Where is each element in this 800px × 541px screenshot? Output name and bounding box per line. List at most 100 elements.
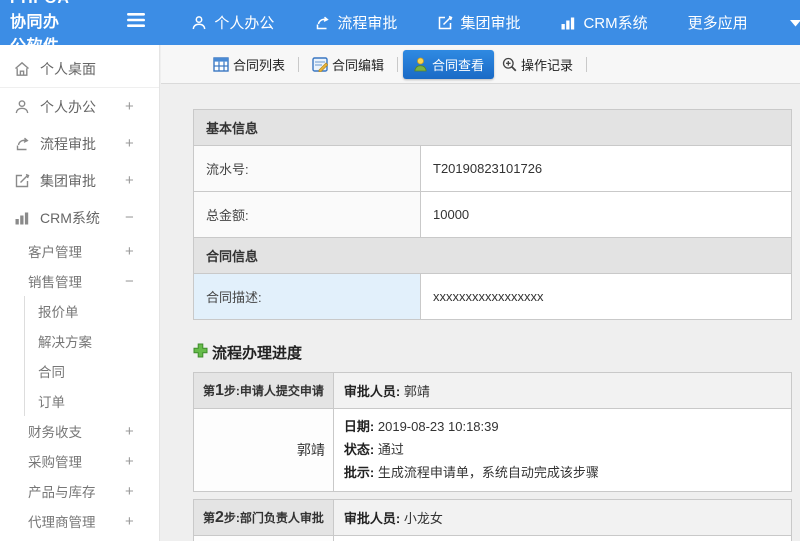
sidebar-item-personal-office[interactable]: 个人办公 +: [0, 88, 159, 125]
sidebar-item-label: 报价单: [38, 305, 79, 320]
sidebar-item-quotation[interactable]: 报价单: [25, 296, 159, 326]
person-icon: [14, 99, 30, 115]
magnifier-plus-icon: [502, 57, 517, 72]
sidebar-item-label: CRM系统: [40, 209, 100, 226]
sidebar-item-finance[interactable]: 财务收支 +: [0, 416, 159, 446]
expand-icon[interactable]: +: [125, 98, 151, 115]
sidebar-item-crm[interactable]: CRM系统 −: [0, 199, 159, 236]
step-approver: 审批人员: 郭靖: [332, 372, 793, 409]
sidebar-item-label: 产品与库存: [28, 485, 96, 500]
expand-icon[interactable]: +: [125, 243, 151, 260]
tab-label: 合同查看: [432, 57, 485, 73]
step-title: 第2步:部门负责人审批: [193, 499, 334, 537]
tab-label: 合同编辑: [332, 57, 385, 73]
nav-personal-office[interactable]: 个人办公: [191, 12, 274, 33]
process-icon: [14, 136, 30, 152]
sidebar-item-label: 财务收支: [28, 425, 82, 440]
step-block: 第2步:部门负责人审批 审批人员: 小龙女 小龙女 日期: 2019-08-23…: [193, 499, 793, 541]
table-row: 总金额: 10000: [193, 191, 792, 238]
field-value: T20190823101726: [420, 145, 792, 192]
expand-icon[interactable]: +: [125, 135, 151, 152]
table-row: 流水号: T20190823101726: [193, 145, 792, 192]
menu-toggle-button[interactable]: [127, 13, 146, 32]
nav-crm[interactable]: CRM系统: [560, 12, 648, 33]
sidebar-item-sales-mgmt[interactable]: 销售管理 −: [0, 266, 159, 296]
expand-icon[interactable]: +: [125, 423, 151, 440]
collapse-icon[interactable]: −: [125, 209, 151, 226]
nav-group-approval[interactable]: 集团审批: [437, 12, 520, 33]
edit-table-icon: [312, 56, 329, 72]
field-label: 合同描述:: [193, 273, 421, 320]
field-label: 总金额:: [193, 191, 421, 238]
section-title: 合同信息: [193, 237, 792, 274]
sidebar-item-desktop[interactable]: 个人桌面: [0, 51, 159, 88]
chevron-down-icon: [789, 14, 800, 32]
tab-label: 合同列表: [233, 57, 286, 73]
tab-contract-view[interactable]: 合同查看: [403, 49, 495, 79]
progress-steps: 第1步:申请人提交申请 审批人员: 郭靖 郭靖 日期: 2019-08-23 1…: [193, 372, 793, 541]
sidebar-item-customer-mgmt[interactable]: 客户管理 +: [0, 236, 159, 266]
tab-label: 操作记录: [521, 57, 574, 73]
sidebar-item-process-approval[interactable]: 流程审批 +: [0, 125, 159, 162]
edit-icon: [437, 15, 453, 31]
expand-icon[interactable]: +: [125, 483, 151, 500]
tab-contract-edit[interactable]: 合同编辑: [304, 51, 392, 78]
approver-name: 郭靖: [193, 407, 334, 493]
tab-contract-list[interactable]: 合同列表: [205, 51, 293, 78]
contract-detail-table: 基本信息 流水号: T20190823101726 总金额: 10000 合同信…: [193, 109, 792, 320]
sidebar-item-label: 采购管理: [28, 455, 82, 470]
main-content: 基本信息 流水号: T20190823101726 总金额: 10000 合同信…: [160, 85, 800, 541]
sidebar-item-label: 个人办公: [40, 98, 96, 115]
collapse-icon[interactable]: −: [125, 273, 151, 290]
process-icon: [314, 15, 330, 31]
field-value: 10000: [420, 191, 792, 238]
top-nav: 个人办公 流程审批 集团审批 CRM系统 更多应用: [191, 12, 800, 33]
step-body-row: 小龙女 日期: 2019-08-23 10:21:58 状态: 通过 批示: 通…: [193, 535, 793, 541]
sidebar-item-label: 个人桌面: [40, 61, 96, 77]
table-icon: [213, 56, 229, 72]
sidebar-item-label: 合同: [38, 365, 65, 380]
step-date: 日期: 2019-08-23 10:18:39: [343, 419, 499, 434]
expand-icon[interactable]: +: [125, 172, 151, 189]
tab-separator: [397, 56, 399, 72]
field-label: 流水号:: [193, 145, 421, 192]
tab-operation-log[interactable]: 操作记录: [494, 51, 581, 78]
hamburger-icon: [127, 13, 146, 32]
nav-process-approval[interactable]: 流程审批: [314, 12, 397, 33]
section-contract-info: 合同信息: [193, 237, 792, 274]
section-basic-info: 基本信息: [193, 109, 792, 146]
expand-icon[interactable]: +: [125, 513, 151, 530]
nav-label: 更多应用: [687, 15, 748, 32]
sales-submenu: 报价单 解决方案 合同 订单: [24, 296, 159, 416]
sidebar-item-reports[interactable]: 报表与统计: [0, 536, 159, 541]
person-icon: [191, 15, 207, 31]
more-apps-dropdown[interactable]: [789, 14, 800, 32]
bar-chart-icon: [14, 210, 30, 226]
tab-separator: [298, 56, 300, 72]
expand-icon[interactable]: +: [125, 453, 151, 470]
sidebar-item-label: 集团审批: [40, 172, 96, 189]
sidebar-item-products[interactable]: 产品与库存 +: [0, 476, 159, 506]
nav-label: 流程审批: [337, 15, 398, 32]
step-approver: 审批人员: 小龙女: [332, 499, 793, 537]
sidebar-item-purchase[interactable]: 采购管理 +: [0, 446, 159, 476]
sidebar-item-contract[interactable]: 合同: [25, 356, 159, 386]
section-title: 基本信息: [193, 109, 792, 146]
step-remark: 批示: 生成流程申请单，系统自动完成该步骤: [343, 464, 599, 480]
step-detail: 日期: 2019-08-23 10:18:39 状态: 通过 批示: 生成流程申…: [332, 407, 793, 493]
nav-label: CRM系统: [583, 15, 648, 32]
field-value: xxxxxxxxxxxxxxxxx: [420, 273, 792, 320]
progress-title: 流程办理进度: [212, 345, 303, 362]
sidebar-item-order[interactable]: 订单: [25, 386, 159, 416]
sidebar-item-solution[interactable]: 解决方案: [25, 326, 159, 356]
edit-icon: [14, 173, 30, 189]
sidebar-item-agents[interactable]: 代理商管理 +: [0, 506, 159, 536]
nav-more-apps[interactable]: 更多应用: [688, 12, 748, 33]
sidebar-item-group-approval[interactable]: 集团审批 +: [0, 162, 159, 199]
tab-separator: [586, 56, 588, 72]
step-status: 状态: 通过: [343, 441, 404, 457]
bar-chart-icon: [560, 15, 576, 31]
step-header-row: 第2步:部门负责人审批 审批人员: 小龙女: [193, 499, 793, 537]
nav-label: 集团审批: [460, 15, 521, 32]
step-body-row: 郭靖 日期: 2019-08-23 10:18:39 状态: 通过 批示: 生成…: [193, 407, 793, 493]
